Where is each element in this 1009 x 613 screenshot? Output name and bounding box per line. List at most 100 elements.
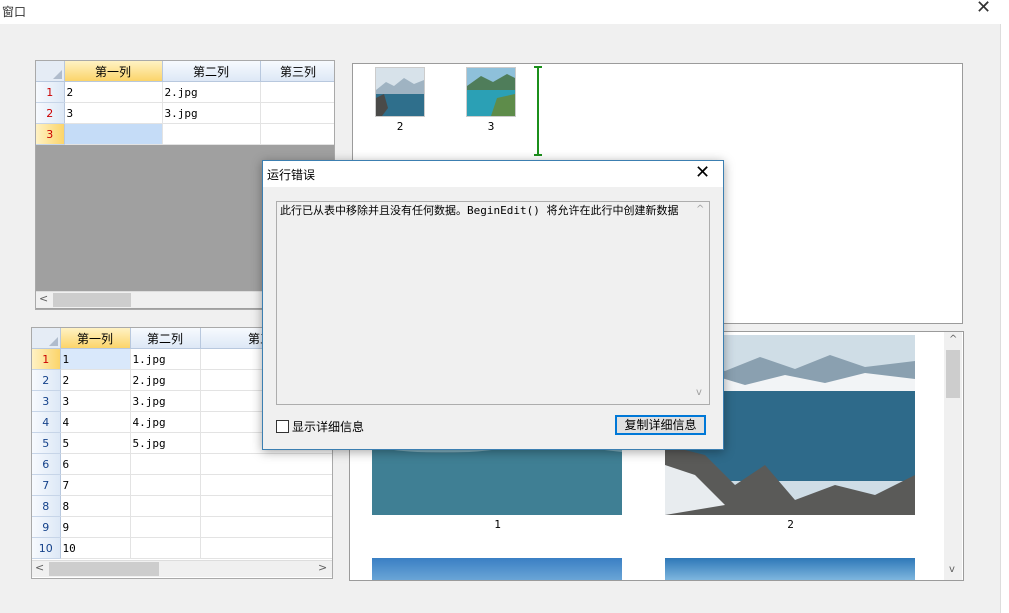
scroll-left-icon[interactable]: < (39, 292, 48, 305)
cell[interactable] (200, 516, 332, 538)
table-row-new[interactable]: 3 (36, 123, 334, 145)
scroll-right-icon[interactable]: > (318, 561, 327, 574)
cell[interactable]: 10 (60, 537, 131, 559)
cell[interactable]: 3.jpg (162, 102, 261, 124)
dialog-titlebar: 运行错误 ✕ (263, 161, 723, 187)
row-header[interactable]: 4 (32, 411, 61, 433)
drop-indicator (537, 66, 539, 156)
row-header[interactable]: 6 (32, 453, 61, 475)
row-header[interactable]: 5 (32, 432, 61, 454)
grid-bottom-col-2[interactable]: 第二列 (130, 328, 201, 349)
scroll-thumb[interactable] (946, 350, 960, 398)
error-dialog[interactable]: 运行错误 ✕ 此行已从表中移除并且没有任何数据。BeginEdit() 将允许在… (262, 160, 724, 450)
grid-top-col-2[interactable]: 第二列 (162, 61, 261, 82)
grid-bottom-corner[interactable] (32, 328, 61, 349)
cell[interactable]: 3.jpg (130, 390, 201, 412)
thumbnail-item[interactable]: 3 (466, 67, 516, 133)
row-header[interactable]: 8 (32, 495, 61, 517)
cell[interactable] (200, 474, 332, 496)
image-panel-vscrollbar[interactable]: ^ v (944, 332, 962, 580)
cell[interactable]: 5.jpg (130, 432, 201, 454)
scroll-up-icon[interactable]: ^ (696, 204, 704, 215)
error-message-box[interactable]: 此行已从表中移除并且没有任何数据。BeginEdit() 将允许在此行中创建新数… (276, 201, 710, 405)
grid-top-corner[interactable] (36, 61, 65, 82)
row-header[interactable]: 9 (32, 516, 61, 538)
dialog-close-icon[interactable]: ✕ (695, 162, 710, 183)
cell[interactable] (162, 123, 261, 145)
table-row[interactable]: 8 8 (32, 495, 332, 517)
cell[interactable] (130, 516, 201, 538)
table-row[interactable]: 1 2 2.jpg (36, 81, 334, 103)
thumbnail-caption: 3 (487, 120, 495, 133)
table-row[interactable]: 10 10 (32, 537, 332, 559)
cell[interactable] (200, 453, 332, 475)
image-caption: 1 (494, 518, 501, 531)
window-titlebar: 窗口 ✕ (0, 0, 1009, 24)
show-details-label[interactable]: 显示详细信息 (292, 418, 364, 435)
scroll-left-icon[interactable]: < (35, 561, 44, 574)
row-header[interactable]: 2 (36, 102, 65, 124)
row-header[interactable]: 7 (32, 474, 61, 496)
scroll-down-icon[interactable]: v (949, 564, 955, 575)
cell[interactable] (130, 474, 201, 496)
cell[interactable] (260, 102, 334, 124)
cell[interactable]: 2 (60, 369, 131, 391)
cell[interactable]: 6 (60, 453, 131, 475)
grid-bottom-hscrollbar[interactable]: < > (32, 560, 332, 577)
cell[interactable]: 8 (60, 495, 131, 517)
row-header[interactable]: 1 (32, 348, 61, 370)
cell[interactable]: 7 (60, 474, 131, 496)
grid-top-col-1[interactable]: 第一列 (64, 61, 163, 82)
image-item-partial[interactable] (665, 558, 915, 580)
table-row[interactable]: 2 3 3.jpg (36, 102, 334, 124)
cell[interactable] (130, 537, 201, 559)
scroll-down-icon[interactable]: v (696, 387, 702, 398)
row-header[interactable]: 1 (36, 81, 65, 103)
cell[interactable]: 1.jpg (130, 348, 201, 370)
cell-current[interactable]: 1 (60, 348, 131, 370)
image-caption: 2 (787, 518, 794, 531)
cell[interactable]: 2.jpg (162, 81, 261, 103)
image-item-partial[interactable] (372, 558, 622, 580)
row-header[interactable]: 2 (32, 369, 61, 391)
cell[interactable]: 2.jpg (130, 369, 201, 391)
cell[interactable]: 9 (60, 516, 131, 538)
cell[interactable]: 4.jpg (130, 411, 201, 433)
row-header[interactable]: 10 (32, 537, 61, 559)
cell[interactable]: 5 (60, 432, 131, 454)
show-details-checkbox[interactable] (276, 420, 289, 433)
row-header[interactable]: 3 (32, 390, 61, 412)
cell[interactable] (260, 123, 334, 145)
scroll-thumb[interactable] (53, 293, 131, 307)
table-row[interactable]: 6 6 (32, 453, 332, 475)
error-message-text: 此行已从表中移除并且没有任何数据。BeginEdit() 将允许在此行中创建新数… (280, 204, 679, 217)
cell[interactable]: 4 (60, 411, 131, 433)
grid-top-col-3[interactable]: 第三列 (260, 61, 334, 82)
copy-details-button[interactable]: 复制详细信息 (615, 415, 706, 435)
row-header[interactable]: 3 (36, 123, 65, 145)
cell[interactable]: 2 (64, 81, 163, 103)
drop-indicator-bottom-cap (534, 154, 542, 156)
cell[interactable]: 3 (60, 390, 131, 412)
thumbnail-image[interactable] (375, 67, 425, 117)
cell[interactable]: 3 (64, 102, 163, 124)
drop-indicator-top-cap (534, 66, 542, 68)
cell[interactable] (130, 453, 201, 475)
cell[interactable] (200, 495, 332, 517)
cell[interactable] (260, 81, 334, 103)
thumbnail-caption: 2 (396, 120, 404, 133)
window-title: 窗口 (2, 5, 27, 19)
scroll-thumb[interactable] (49, 562, 159, 576)
thumbnail-image[interactable] (466, 67, 516, 117)
cell[interactable] (130, 495, 201, 517)
cell[interactable] (200, 537, 332, 559)
grid-bottom-col-1[interactable]: 第一列 (60, 328, 131, 349)
message-vscrollbar[interactable]: ^ v (691, 202, 708, 402)
cell-current[interactable] (64, 123, 163, 145)
table-row[interactable]: 7 7 (32, 474, 332, 496)
table-row[interactable]: 9 9 (32, 516, 332, 538)
scroll-up-icon[interactable]: ^ (949, 334, 957, 345)
window-close-icon[interactable]: ✕ (976, 0, 991, 18)
thumbnail-item[interactable]: 2 (375, 67, 425, 133)
dialog-title: 运行错误 (267, 168, 316, 182)
